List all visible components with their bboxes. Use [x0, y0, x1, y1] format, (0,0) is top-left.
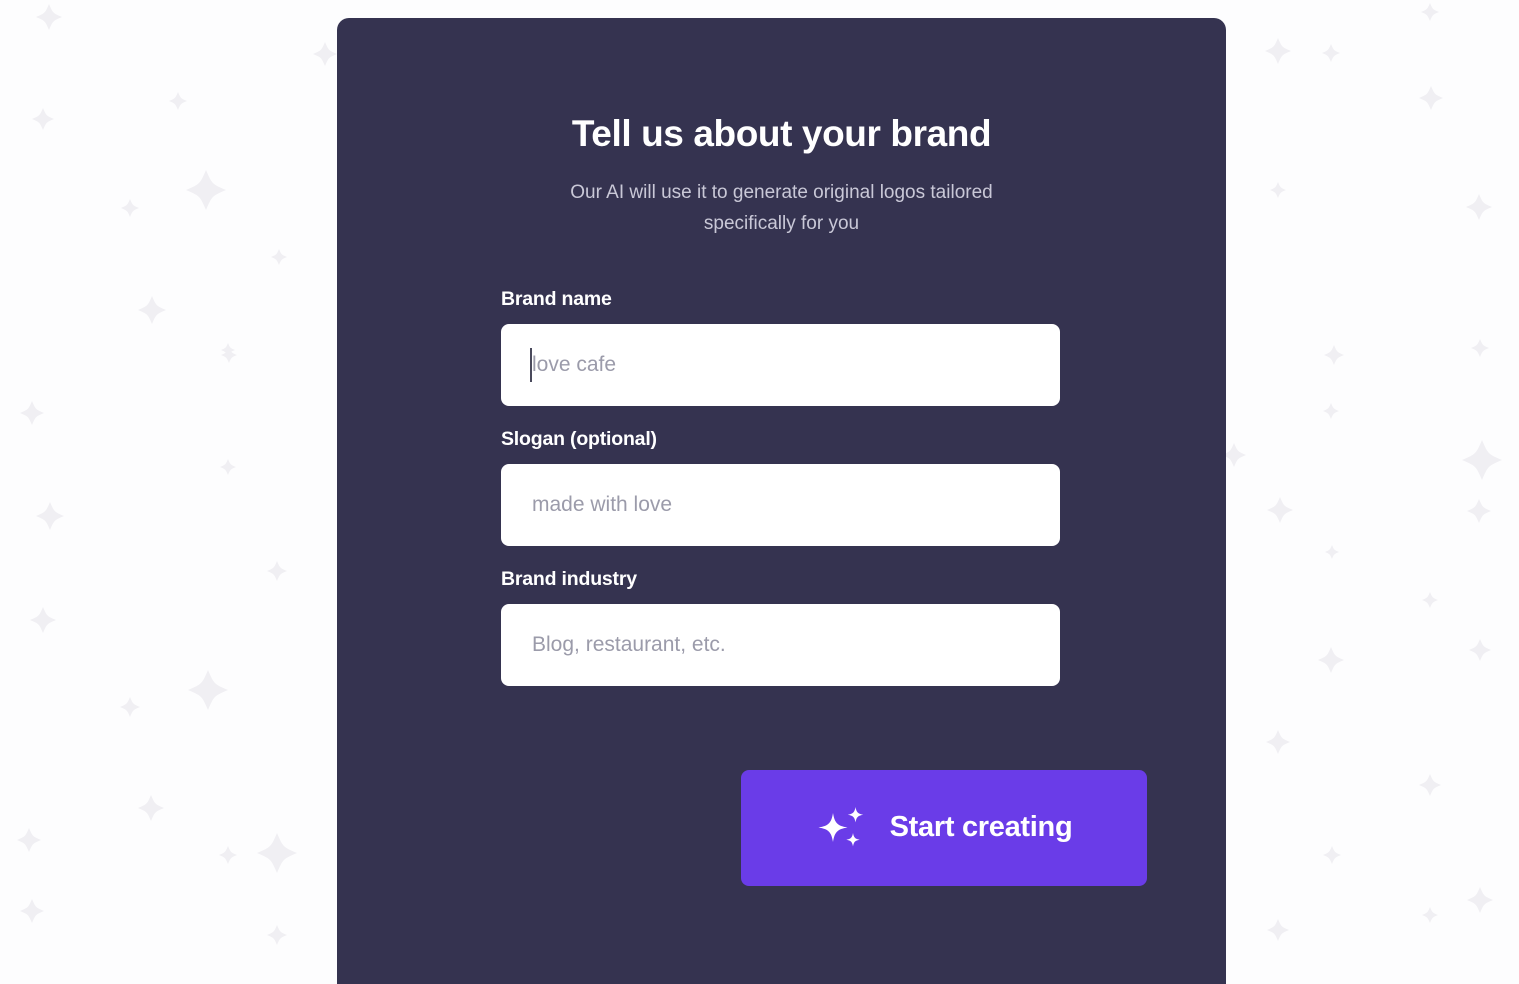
input-wrap-brand-name: [501, 323, 1060, 406]
label-brand-industry: Brand industry: [501, 567, 637, 590]
start-creating-button[interactable]: Start creating: [741, 769, 1147, 886]
brand-form: Brand name Slogan (optional) Brand indus…: [337, 288, 1226, 886]
input-wrap-slogan: [501, 463, 1060, 546]
sparkles-icon: [816, 806, 872, 850]
input-wrap-brand-industry: [501, 603, 1060, 686]
brand-name-input[interactable]: [501, 323, 1060, 406]
text-caret: [530, 347, 532, 382]
submit-row: Start creating: [501, 769, 1147, 886]
label-slogan: Slogan (optional): [501, 427, 657, 450]
label-brand-name: Brand name: [501, 287, 612, 310]
page-subtitle: Our AI will use it to generate original …: [570, 182, 993, 235]
brand-form-card: Tell us about your brand Our AI will use…: [337, 18, 1226, 984]
page-title: Tell us about your brand: [571, 113, 992, 154]
brand-industry-input[interactable]: [501, 603, 1060, 686]
field-brand-name: Brand name: [501, 288, 1060, 406]
start-creating-label: Start creating: [889, 811, 1073, 844]
field-brand-industry: Brand industry: [501, 568, 1060, 686]
slogan-input[interactable]: [501, 463, 1060, 546]
field-slogan: Slogan (optional): [501, 428, 1060, 546]
